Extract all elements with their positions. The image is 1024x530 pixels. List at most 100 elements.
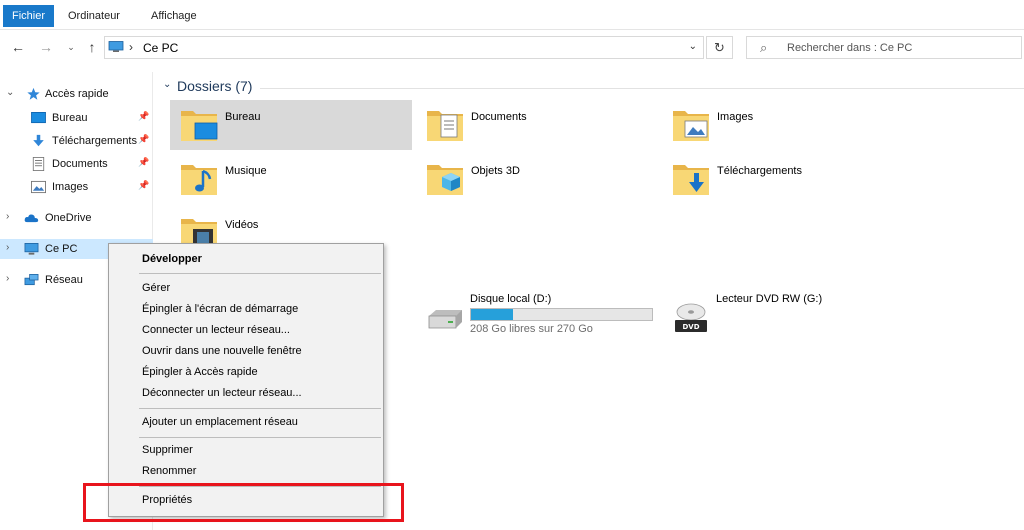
folder-name: Objets 3D (471, 165, 520, 177)
sidebar-item-telechargements[interactable]: Téléchargements 📌 (0, 131, 153, 151)
breadcrumb-separator: › (129, 40, 133, 54)
divider (260, 88, 1024, 89)
menu-item-gerer[interactable]: Gérer (111, 278, 381, 299)
menu-item-label: Épingler à Accès rapide (142, 366, 258, 378)
download-arrow-icon (33, 134, 44, 147)
search-placeholder: Rechercher dans : Ce PC (787, 42, 913, 54)
menu-item-renommer[interactable]: Renommer (111, 461, 381, 482)
sidebar-item-label: OneDrive (45, 212, 92, 224)
folders-group-header[interactable]: ⌄ Dossiers (7) (160, 76, 1024, 96)
dvd-label: DVD (682, 323, 699, 331)
menu-item-ajouter-emplacement-reseau[interactable]: Ajouter un emplacement réseau (111, 412, 381, 433)
desktop-icon (31, 112, 46, 124)
drive-usage-fill (471, 309, 513, 320)
back-arrow-icon[interactable]: ← (10, 38, 26, 56)
sidebar-item-label: Bureau (52, 112, 88, 124)
folder-name: Bureau (225, 111, 261, 123)
sidebar-item-acces-rapide[interactable]: ⌄ Accès rapide (0, 84, 153, 104)
pin-icon[interactable]: 📌 (138, 111, 149, 122)
context-menu: Développer Gérer Épingler à l'écran de d… (108, 243, 384, 517)
cloud-icon (24, 214, 39, 223)
sidebar-item-label: Accès rapide (45, 88, 109, 100)
menu-item-label: Ouvrir dans une nouvelle fenêtre (142, 345, 302, 357)
drive-free-space: 208 Go libres sur 270 Go (470, 323, 593, 335)
sidebar-item-label: Téléchargements (52, 135, 137, 147)
folder-images[interactable]: Images (662, 100, 904, 150)
menu-item-ouvrir-nouvelle-fenetre[interactable]: Ouvrir dans une nouvelle fenêtre (111, 341, 381, 362)
folder-name: Téléchargements (717, 165, 802, 177)
recent-locations-chevron-icon[interactable]: ⌄ (63, 38, 79, 56)
hard-drive-icon (428, 310, 462, 329)
menu-item-developper[interactable]: Développer (111, 249, 381, 270)
menu-item-label: Renommer (142, 465, 197, 477)
search-icon: ⌕ (760, 40, 768, 55)
group-title: Dossiers (7) (177, 78, 253, 94)
network-icon (24, 274, 39, 286)
refresh-button[interactable]: ↻ (706, 36, 733, 59)
folder-name: Images (717, 111, 754, 123)
menu-separator (139, 408, 381, 409)
sidebar-item-label: Ce PC (45, 243, 78, 255)
folder-name: Documents (471, 111, 527, 123)
folder-musique[interactable]: Musique (170, 154, 412, 204)
up-arrow-icon[interactable]: ↑ (84, 38, 100, 56)
drive-lecteur-dvd-g[interactable]: DVD Lecteur DVD RW (G:) (666, 292, 908, 342)
menu-item-label: Épingler à l'écran de démarrage (142, 303, 299, 315)
sidebar-item-images[interactable]: Images 📌 (0, 177, 153, 197)
drive-name: Disque local (D:) (470, 293, 552, 305)
menu-item-label: Gérer (142, 282, 171, 294)
menu-item-connecter-lecteur-reseau[interactable]: Connecter un lecteur réseau... (111, 320, 381, 341)
menu-item-label: Développer (142, 253, 202, 265)
sidebar-item-label: Images (52, 181, 89, 193)
chevron-right-icon[interactable]: › (6, 211, 9, 222)
chevron-down-icon[interactable]: ⌄ (163, 79, 171, 90)
menu-separator (139, 437, 381, 438)
folder-documents[interactable]: Documents (416, 100, 658, 150)
star-icon (27, 87, 40, 100)
forward-arrow-icon[interactable]: → (38, 38, 54, 56)
chevron-down-icon[interactable]: ⌄ (689, 41, 697, 52)
folder-telechargements[interactable]: Téléchargements (662, 154, 904, 204)
computer-icon (108, 41, 124, 52)
chevron-right-icon[interactable]: › (6, 242, 9, 253)
drive-usage-bar (470, 308, 653, 321)
highlight-box (83, 483, 404, 522)
navigation-bar: ← → ⌄ ↑ › Ce PC ⌄ ↻ ⌕ Rechercher dans : … (0, 30, 1024, 64)
menu-item-label: Déconnecter un lecteur réseau... (142, 387, 302, 399)
drive-name: Lecteur DVD RW (G:) (716, 293, 823, 305)
menu-item-epingler-demarrage[interactable]: Épingler à l'écran de démarrage (111, 299, 381, 320)
chevron-down-icon[interactable]: ⌄ (6, 87, 14, 98)
3d-objects-folder-icon (427, 165, 463, 195)
images-folder-icon (673, 111, 709, 141)
dvd-drive-icon: DVD (675, 303, 707, 332)
image-icon (31, 180, 46, 194)
pin-icon[interactable]: 📌 (138, 134, 149, 145)
drive-disque-local-d[interactable]: Disque local (D:) 208 Go libres sur 270 … (420, 292, 662, 342)
computer-icon (24, 243, 39, 255)
folder-name: Musique (225, 165, 267, 177)
sidebar-item-bureau[interactable]: Bureau 📌 (0, 108, 153, 128)
documents-folder-icon (427, 111, 463, 141)
search-input[interactable]: ⌕ Rechercher dans : Ce PC (746, 36, 1022, 59)
tab-affichage[interactable]: Affichage (141, 4, 207, 28)
folder-objets-3d[interactable]: Objets 3D (416, 154, 658, 204)
pin-icon[interactable]: 📌 (138, 180, 149, 191)
sidebar-item-label: Réseau (45, 274, 83, 286)
sidebar-item-label: Documents (52, 158, 108, 170)
sidebar-item-onedrive[interactable]: › OneDrive (0, 208, 153, 228)
address-bar[interactable]: › Ce PC ⌄ (104, 36, 704, 59)
sidebar-item-documents[interactable]: Documents 📌 (0, 154, 153, 174)
pin-icon[interactable]: 📌 (138, 157, 149, 168)
folder-name: Vidéos (225, 219, 259, 231)
menu-item-supprimer[interactable]: Supprimer (111, 440, 381, 461)
tab-ordinateur[interactable]: Ordinateur (58, 4, 130, 28)
tab-fichier[interactable]: Fichier (3, 5, 55, 27)
menu-item-deconnecter-lecteur-reseau[interactable]: Déconnecter un lecteur réseau... (111, 383, 381, 404)
menu-separator (139, 273, 381, 274)
ribbon-tabs: Fichier Ordinateur Affichage (0, 0, 1024, 30)
menu-item-epingler-acces-rapide[interactable]: Épingler à Accès rapide (111, 362, 381, 383)
chevron-right-icon[interactable]: › (6, 273, 9, 284)
music-folder-icon (181, 165, 217, 195)
breadcrumb-ce-pc[interactable]: Ce PC (143, 41, 178, 55)
folder-bureau[interactable]: Bureau (170, 100, 412, 150)
